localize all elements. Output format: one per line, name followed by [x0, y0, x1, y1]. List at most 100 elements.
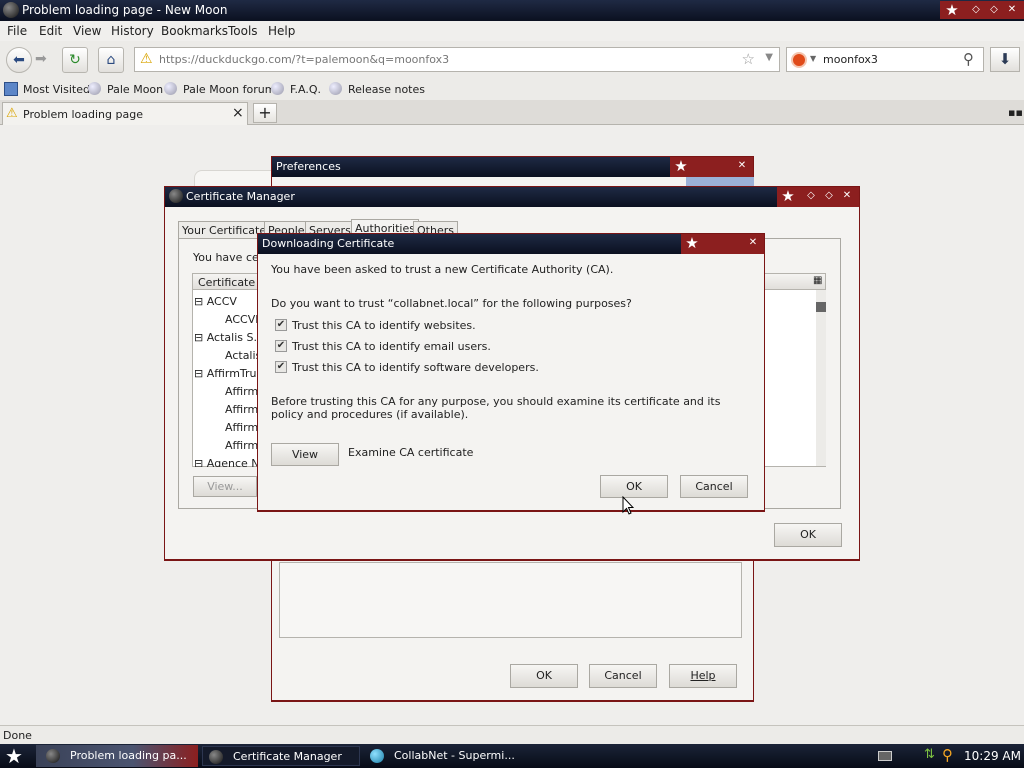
bookmark-most-visited[interactable]: Most Visited [4, 82, 90, 96]
preferences-panel [279, 562, 742, 638]
task-certificate-manager[interactable]: Certificate Manager [202, 746, 360, 766]
menu-edit[interactable]: Edit [39, 24, 62, 38]
window-controls: ★ ◇ ◇ ✕ [940, 1, 1024, 19]
download-cancel-button[interactable]: Cancel [680, 475, 748, 498]
taskbar: ★ Problem loading pa... Certificate Mana… [0, 744, 1024, 768]
search-icon[interactable]: ⚲ [942, 746, 953, 764]
new-tab-button[interactable]: + [253, 103, 277, 123]
minimize-icon[interactable]: ◇ [968, 1, 984, 19]
moon-icon [88, 82, 101, 95]
status-bar: Done [0, 725, 1024, 744]
most-visited-icon [4, 82, 18, 96]
trust-software-checkbox[interactable]: ✔ [275, 361, 287, 373]
tree-row-accv[interactable]: ⊟ ACCV [194, 295, 237, 308]
collapse-icon[interactable]: ⊟ [194, 367, 203, 380]
star-icon[interactable]: ★ [681, 234, 703, 252]
close-icon[interactable]: ✕ [745, 234, 761, 252]
preferences-title: Preferences [276, 160, 341, 173]
trust-websites-checkbox[interactable]: ✔ [275, 319, 287, 331]
view-ca-button[interactable]: View [271, 443, 339, 466]
trust-question-text: Do you want to trust “collabnet.local” f… [271, 297, 632, 310]
tab-close-icon[interactable]: × [232, 105, 244, 121]
task-collabnet[interactable]: CollabNet - Supermi... [364, 746, 524, 766]
bookmark-faq[interactable]: F.A.Q. [271, 82, 321, 96]
menu-history[interactable]: History [111, 24, 154, 38]
close-icon[interactable]: ✕ [734, 157, 750, 175]
task-problem-loading[interactable]: Problem loading pa... [40, 746, 198, 766]
menu-bookmarks[interactable]: Bookmarks [161, 24, 228, 38]
menu-help[interactable]: Help [268, 24, 295, 38]
forward-arrow-icon[interactable]: ➡ [35, 51, 47, 67]
home-button[interactable]: ⌂ [98, 47, 124, 73]
back-button[interactable]: ⬅ [6, 47, 32, 73]
search-input[interactable]: moonfox3 [823, 53, 878, 66]
tree-row-actalis[interactable]: ⊟ Actalis S.p [194, 331, 264, 344]
preferences-ok-button[interactable]: OK [510, 664, 578, 688]
menu-tools[interactable]: Tools [228, 24, 258, 38]
download-ok-button[interactable]: OK [600, 475, 668, 498]
window-titlebar: Problem loading page - New Moon ★ ◇ ◇ ✕ [0, 0, 1024, 21]
task-label: Certificate Manager [233, 750, 342, 763]
bookmark-star-icon[interactable]: ☆ [742, 50, 755, 68]
app-icon [209, 750, 223, 764]
tab-problem-loading[interactable]: ⚠ Problem loading page × [2, 102, 248, 125]
warning-icon: ⚠ [140, 51, 153, 67]
downloading-certificate-dialog: Downloading Certificate ★ ✕ You have bee… [257, 233, 765, 512]
reload-button[interactable]: ↻ [62, 47, 88, 73]
close-icon[interactable]: ✕ [1004, 1, 1020, 19]
network-icon[interactable]: ⇅ [924, 747, 935, 762]
column-picker-icon[interactable]: ▦ [813, 275, 822, 286]
certificate-manager-ok-button[interactable]: OK [774, 523, 842, 547]
maximize-icon[interactable]: ◇ [986, 1, 1002, 19]
minimize-icon[interactable]: ◇ [803, 187, 819, 205]
app-icon [46, 749, 60, 763]
tab-list-icon[interactable]: ▪▪ [1008, 106, 1023, 119]
collapse-icon[interactable]: ⊟ [194, 331, 203, 344]
menu-file[interactable]: File [7, 24, 27, 38]
url-dropdown-icon[interactable]: ▼ [765, 52, 773, 63]
certificate-manager-title: Certificate Manager [186, 190, 295, 203]
bookmark-label: Release notes [348, 83, 425, 96]
star-icon[interactable]: ★ [942, 1, 962, 19]
bookmark-pale-moon-forum[interactable]: Pale Moon forum [164, 82, 275, 96]
view-button[interactable]: View... [193, 476, 257, 497]
start-star-icon[interactable]: ★ [5, 744, 23, 768]
search-engine-dropdown-icon[interactable]: ▼ [810, 54, 816, 63]
bookmark-label: Most Visited [23, 83, 90, 96]
maximize-icon[interactable]: ◇ [821, 187, 837, 205]
url-bar[interactable]: ⚠ https://duckduckgo.com/?t=palemoon&q=m… [134, 47, 780, 72]
star-icon[interactable]: ★ [670, 157, 692, 175]
moon-icon [329, 82, 342, 95]
search-icon[interactable]: ⚲ [963, 50, 974, 68]
keyboard-icon[interactable] [878, 751, 892, 761]
moon-icon [164, 82, 177, 95]
bookmark-pale-moon[interactable]: Pale Moon [88, 82, 163, 96]
status-text: Done [3, 729, 32, 742]
tree-row-affirmtrust[interactable]: ⊟ AffirmTrust [194, 367, 267, 380]
menu-view[interactable]: View [73, 24, 101, 38]
menubar: File Edit View History Bookmarks Tools H… [0, 21, 1024, 41]
collapse-icon[interactable]: ⊟ [194, 457, 203, 467]
tree-row-actalis-child[interactable]: Actalis [225, 349, 261, 362]
clock: 10:29 AM [964, 749, 1021, 763]
star-icon[interactable]: ★ [777, 187, 799, 205]
downloads-button[interactable]: ⬇ [990, 47, 1020, 72]
downloading-certificate-title: Downloading Certificate [262, 237, 395, 250]
preferences-help-button[interactable]: Help [669, 664, 737, 688]
close-icon[interactable]: ✕ [839, 187, 855, 205]
browser-icon [370, 749, 384, 763]
app-icon [3, 2, 19, 18]
moon-icon [271, 82, 284, 95]
collapse-icon[interactable]: ⊟ [194, 295, 203, 308]
url-text[interactable]: https://duckduckgo.com/?t=palemoon&q=moo… [159, 53, 449, 66]
duckduckgo-icon[interactable] [791, 52, 807, 68]
scrollbar-thumb[interactable] [816, 302, 826, 312]
downloading-certificate-window-controls: ★ ✕ [681, 234, 764, 254]
tree-scrollbar[interactable] [816, 290, 826, 466]
bookmark-release-notes[interactable]: Release notes [329, 82, 425, 96]
trust-email-checkbox[interactable]: ✔ [275, 340, 287, 352]
bookmark-label: Pale Moon forum [183, 83, 276, 96]
preferences-cancel-button[interactable]: Cancel [589, 664, 657, 688]
tree-row-agence[interactable]: ⊟ Agence Na [194, 457, 266, 467]
search-bar[interactable]: ▼ moonfox3 ⚲ [786, 47, 984, 72]
